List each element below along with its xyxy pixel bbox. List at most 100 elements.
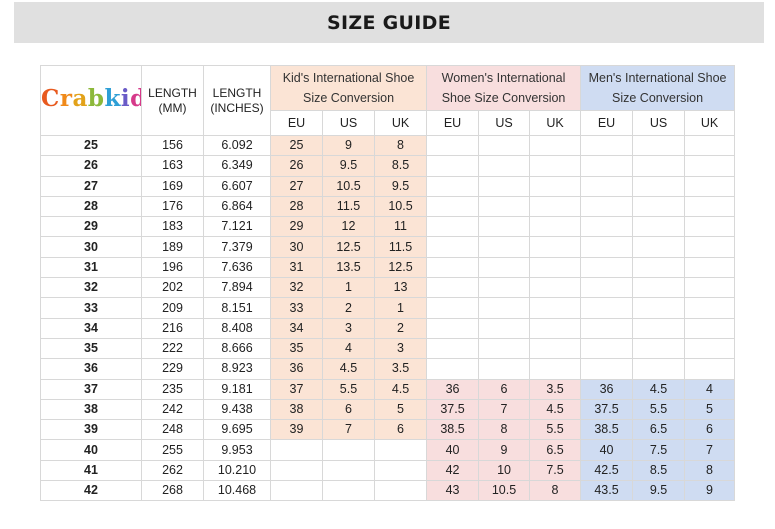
table-row: 26 163 6.349 26 9.5 8.5 <box>40 155 736 177</box>
length-inches-cell: 10.210 <box>203 459 271 482</box>
kids-uk-cell <box>373 459 428 482</box>
kids-eu-cell: 31 <box>270 256 323 279</box>
men-us-header: US <box>632 110 686 136</box>
kids-us-cell: 11.5 <box>322 195 375 218</box>
kids-uk-header: UK <box>373 110 428 136</box>
kids-us-cell: 1 <box>322 277 375 299</box>
kids-uk-cell <box>373 439 428 461</box>
length-mm-cell: 176 <box>141 195 204 218</box>
men-uk-cell: 8 <box>684 459 736 482</box>
length-mm-cell: 163 <box>141 155 204 177</box>
size-cell: 36 <box>40 358 142 380</box>
size-cell: 40 <box>40 439 142 461</box>
women-eu-cell: 40 <box>426 439 480 461</box>
size-cell: 33 <box>40 297 142 319</box>
table-row: 33 209 8.151 33 2 1 <box>40 297 736 319</box>
length-inches-cell: 6.092 <box>203 134 271 157</box>
size-cell: 39 <box>40 419 142 441</box>
kids-uk-cell: 8 <box>373 134 428 157</box>
kids-us-header: US <box>322 110 375 136</box>
men-uk-cell: 7 <box>684 439 736 461</box>
women-uk-cell <box>529 134 582 157</box>
women-eu-cell: 43 <box>426 480 480 502</box>
kids-eu-cell: 27 <box>270 175 323 197</box>
kids-uk-cell <box>373 480 428 502</box>
length-inches-cell: 9.953 <box>203 439 271 461</box>
women-uk-cell: 4.5 <box>529 398 582 421</box>
table-row: 34 216 8.408 34 3 2 <box>40 317 736 339</box>
men-eu-cell <box>580 155 634 177</box>
kids-eu-cell: 26 <box>270 155 323 177</box>
men-uk-cell <box>684 155 736 177</box>
kids-us-cell: 5.5 <box>322 378 375 400</box>
men-eu-cell <box>580 317 634 339</box>
men-us-cell <box>632 236 686 258</box>
women-eu-cell: 38.5 <box>426 419 480 441</box>
size-cell: 37 <box>40 378 142 400</box>
men-uk-cell <box>684 175 736 197</box>
kids-eu-cell: 37 <box>270 378 323 400</box>
women-eu-cell: 42 <box>426 459 480 482</box>
table-row: 35 222 8.666 35 4 3 <box>40 337 736 360</box>
men-eu-cell <box>580 277 634 299</box>
size-cell: 38 <box>40 398 142 421</box>
men-uk-cell <box>684 236 736 258</box>
men-us-cell <box>632 358 686 380</box>
length-inches-cell: 8.923 <box>203 358 271 380</box>
women-uk-cell: 3.5 <box>529 378 582 400</box>
women-uk-cell <box>529 175 582 197</box>
kids-uk-cell: 1 <box>373 297 428 319</box>
men-us-cell: 5.5 <box>632 398 686 421</box>
kids-uk-cell: 2 <box>373 317 428 339</box>
men-uk-header: UK <box>684 110 736 136</box>
men-uk-cell <box>684 337 736 360</box>
men-us-cell: 4.5 <box>632 378 686 400</box>
kids-eu-cell <box>270 480 323 502</box>
kids-eu-cell: 33 <box>270 297 323 319</box>
women-uk-cell <box>529 297 582 319</box>
kids-eu-cell <box>270 439 323 461</box>
logo-letter: b <box>87 85 105 112</box>
length-mm-cell: 216 <box>141 317 204 339</box>
size-cell: 25 <box>40 134 142 157</box>
men-uk-cell <box>684 195 736 218</box>
kids-eu-cell: 30 <box>270 236 323 258</box>
size-cell: 30 <box>40 236 142 258</box>
kids-eu-cell: 32 <box>270 277 323 299</box>
brand-logo-cell: Crabkids <box>40 65 142 136</box>
women-us-cell <box>478 216 531 238</box>
kids-us-cell: 12.5 <box>322 236 375 258</box>
women-eu-cell: 36 <box>426 378 480 400</box>
kids-eu-cell: 28 <box>270 195 323 218</box>
women-eu-cell <box>426 155 480 177</box>
men-us-cell: 7.5 <box>632 439 686 461</box>
size-cell: 31 <box>40 256 142 279</box>
men-us-cell <box>632 175 686 197</box>
kids-uk-cell: 8.5 <box>373 155 428 177</box>
women-eu-cell <box>426 358 480 380</box>
women-eu-cell <box>426 236 480 258</box>
length-mm-cell: 183 <box>141 216 204 238</box>
kids-uk-cell: 5 <box>373 398 428 421</box>
men-us-cell: 6.5 <box>632 419 686 441</box>
women-us-cell <box>478 256 531 279</box>
length-mm-cell: 222 <box>141 337 204 360</box>
kids-us-cell: 12 <box>322 216 375 238</box>
kids-eu-cell: 38 <box>270 398 323 421</box>
women-us-cell <box>478 195 531 218</box>
women-us-cell: 6 <box>478 378 531 400</box>
kids-us-cell: 7 <box>322 419 375 441</box>
length-mm-cell: 196 <box>141 256 204 279</box>
table-row: 37 235 9.181 37 5.5 4.5 36 6 3.5 36 4.5 4 <box>40 378 736 400</box>
kids-uk-cell: 10.5 <box>373 195 428 218</box>
size-cell: 41 <box>40 459 142 482</box>
length-mm-cell: 202 <box>141 277 204 299</box>
men-eu-cell: 38.5 <box>580 419 634 441</box>
length-mm-cell: 209 <box>141 297 204 319</box>
kids-uk-cell: 9.5 <box>373 175 428 197</box>
men-uk-cell <box>684 277 736 299</box>
kids-eu-header: EU <box>270 110 323 136</box>
logo-letter: r <box>59 85 73 112</box>
kids-eu-cell: 39 <box>270 419 323 441</box>
kids-eu-cell: 29 <box>270 216 323 238</box>
